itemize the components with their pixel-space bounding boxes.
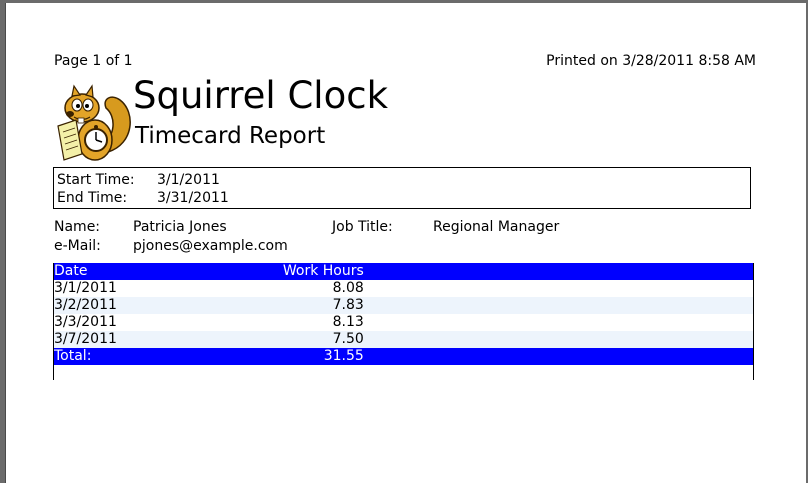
row-hours: 8.08: [332, 280, 364, 296]
row-date: 3/2/2011: [54, 297, 117, 313]
printed-timestamp: Printed on 3/28/2011 8:58 AM: [546, 53, 756, 69]
row-date: 3/3/2011: [54, 314, 117, 330]
name-value: Patricia Jones: [133, 219, 227, 235]
job-title-value: Regional Manager: [433, 219, 560, 235]
row-hours: 8.13: [332, 314, 364, 330]
total-value: 31.55: [323, 348, 364, 364]
table-row: 3/7/2011 7.50: [53, 331, 753, 348]
name-label: Name:: [54, 219, 101, 235]
row-date: 3/7/2011: [54, 331, 117, 347]
total-label: Total:: [54, 348, 92, 364]
header-filler: [364, 263, 753, 280]
timecard-table: Date Work Hours 3/1/2011 8.08 3/2/2011 7…: [53, 263, 753, 365]
start-time-label: Start Time:: [57, 172, 135, 188]
table-row: 3/3/2011 8.13: [53, 314, 753, 331]
column-header-date: Date: [54, 263, 88, 279]
row-date: 3/1/2011: [54, 280, 117, 296]
job-title-label: Job Title:: [332, 219, 393, 235]
report-subtitle: Timecard Report: [135, 123, 326, 149]
table-total-row: Total: 31.55: [53, 348, 753, 365]
table-row: 3/2/2011 7.83: [53, 297, 753, 314]
start-time-row: Start Time: 3/1/2011: [57, 172, 220, 188]
table-row: 3/1/2011 8.08: [53, 280, 753, 297]
page-number: Page 1 of 1: [54, 53, 133, 69]
squirrel-with-clock-icon: [57, 84, 131, 161]
email-value: pjones@example.com: [133, 238, 288, 254]
date-range-box: Start Time: 3/1/2011 End Time: 3/31/2011: [53, 167, 751, 209]
table-header-row: Date Work Hours: [53, 263, 753, 280]
end-time-row: End Time: 3/31/2011: [57, 190, 229, 206]
end-time-label: End Time:: [57, 190, 128, 206]
row-hours: 7.83: [332, 297, 364, 313]
column-header-work-hours: Work Hours: [282, 263, 364, 279]
row-hours: 7.50: [332, 331, 364, 347]
start-time-value: 3/1/2011: [157, 172, 220, 188]
end-time-value: 3/31/2011: [157, 190, 229, 206]
email-label: e-Mail:: [54, 238, 101, 254]
report-page: Page 1 of 1 Printed on 3/28/2011 8:58 AM…: [5, 3, 806, 483]
app-title: Squirrel Clock: [133, 74, 388, 117]
